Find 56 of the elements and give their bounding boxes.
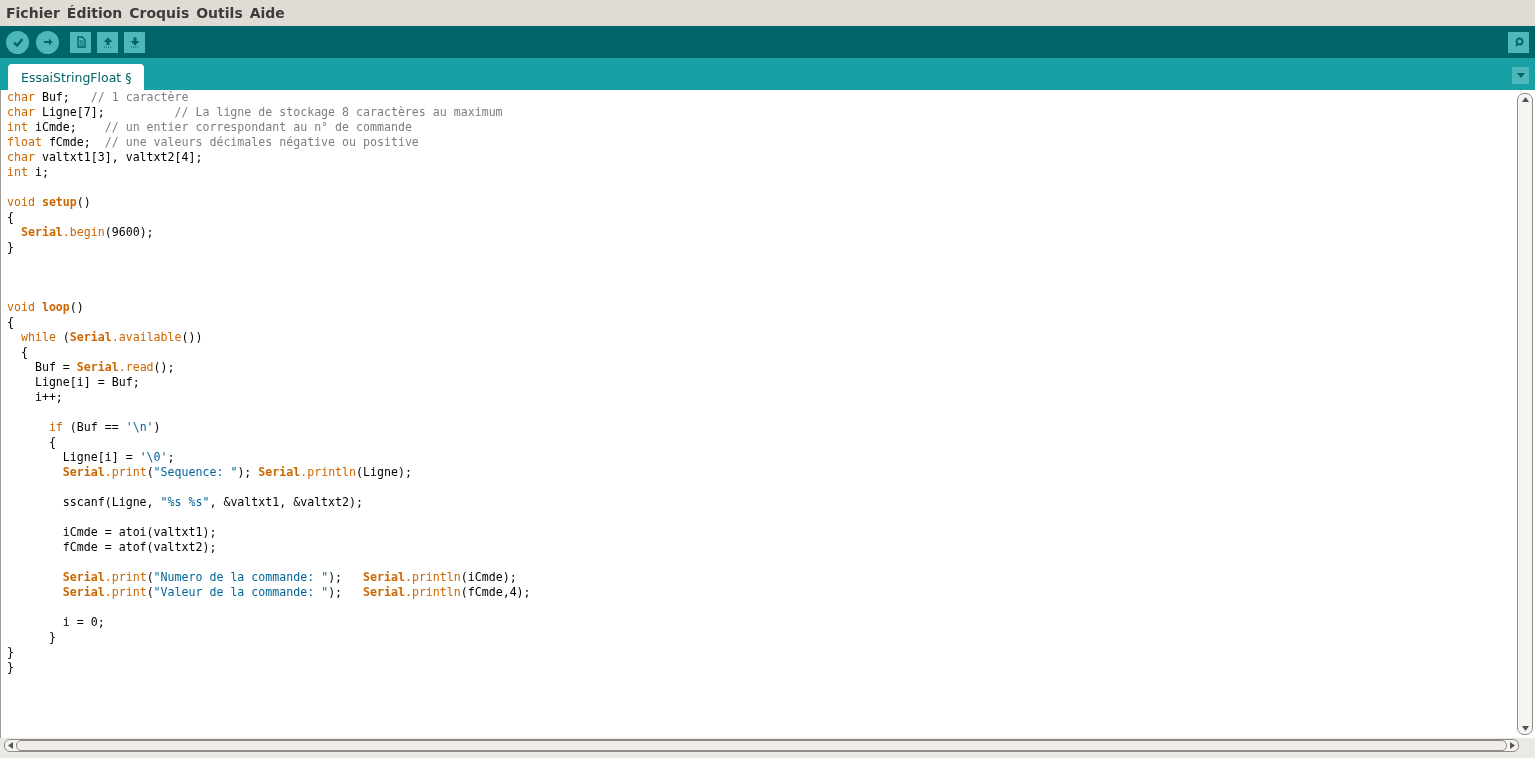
code-line: Ligne[i] = Buf; [33,375,140,390]
code-line: Buf = Serial.read(); [33,360,175,375]
menu-item[interactable]: Croquis [129,5,190,21]
caret-right-icon [1510,741,1515,749]
code-line: Serial.print("Sequence: "); Serial.println(Ligne); [61,465,412,480]
code-line: void setup() [7,195,91,210]
horizontal-scrollbar[interactable] [4,738,1519,752]
check-icon [11,36,24,48]
tab-menu-button[interactable] [1512,67,1529,84]
code-line: int iCmde; // un entier correspondant au n° de commande [7,120,412,135]
code-line: float fCmde; // une valeurs décimales négative ou positive [7,135,419,150]
code-line: if (Buf == '\n') [47,420,161,435]
sketch-tab[interactable]: EssaiStringFloat § [8,64,145,90]
code-line: } [7,660,14,675]
code-line: } [7,240,14,255]
document-icon [74,36,87,48]
arrow-up-icon [101,36,114,48]
menu-item[interactable]: Aide [249,5,285,21]
code-line: char valtxt1[3], valtxt2[4]; [7,150,203,165]
code-line: i = 0; [61,615,105,630]
menu-item[interactable]: Édition [66,5,123,21]
code-line: char Buf; // 1 caractère [7,90,189,105]
caret-up-icon [1521,97,1529,102]
code-line: { [7,315,14,330]
code-line: { [7,210,14,225]
new-button[interactable] [70,31,91,53]
code-line: Serial.begin(9600); [19,225,154,240]
upload-button[interactable] [36,30,59,54]
code-line: fCmde = atof(valtxt2); [61,540,217,555]
caret-down-icon [1515,72,1526,79]
arrow-down-icon [128,36,141,48]
vertical-scrollbar[interactable] [1517,93,1533,735]
save-button[interactable] [124,31,145,53]
code-line: } [47,630,56,645]
code-line: } [7,645,14,660]
caret-down-icon [1521,726,1529,731]
caret-left-icon [8,741,13,749]
code-line: Serial.print("Valeur de la commande: "); Serial.println(fCmde,4); [61,585,531,600]
code-line: iCmde = atoi(valtxt1); [61,525,217,540]
code-line: void loop() [7,300,84,315]
code-line: Serial.print("Numero de la commande: "); Serial.println(iCmde); [61,570,517,585]
code-line: Ligne[i] = '\0'; [61,450,175,465]
code-line: { [47,435,56,450]
code-line: sscanf(Ligne, "%s %s", &valtxt1, &valtxt2); [61,495,363,510]
verify-button[interactable] [6,30,29,54]
serial-monitor-button[interactable] [1508,31,1529,53]
code-line: { [19,345,28,360]
code-line: i++; [33,390,63,405]
code-line: int i; [7,165,49,180]
open-button[interactable] [97,31,118,53]
menu-item[interactable]: Outils [196,5,243,21]
arrow-right-icon [41,36,54,48]
menu-item[interactable]: Fichier [6,5,60,21]
code-line: char Ligne[7]; // La ligne de stockage 8 caractères au maximum [7,105,503,120]
search-icon [1512,36,1525,48]
code-line: while (Serial.available()) [19,330,203,345]
